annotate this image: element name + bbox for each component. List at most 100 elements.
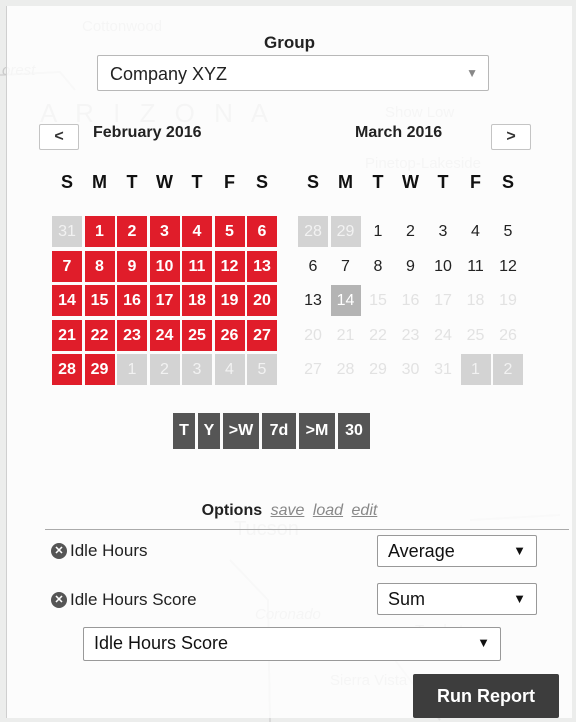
calendar-day[interactable]: 28 — [298, 216, 328, 247]
group-select[interactable]: Company XYZ ▼ — [97, 55, 489, 91]
group-select-value: Company XYZ — [110, 64, 228, 84]
calendar-day[interactable]: 9 — [396, 251, 426, 282]
calendar-day[interactable]: 29 — [84, 354, 115, 385]
calendar-day[interactable]: 2 — [396, 216, 426, 247]
option-row-idle-hours: ✕ Idle Hours — [51, 541, 147, 561]
weekday-header: W — [402, 172, 419, 192]
quick-range-button[interactable]: >M — [299, 413, 335, 449]
save-link[interactable]: save — [271, 502, 305, 519]
add-field-select[interactable]: Idle Hours Score ▼ — [83, 627, 501, 661]
weekday-header: T — [126, 172, 138, 192]
calendar-day[interactable]: 26 — [214, 319, 245, 351]
calendar-day[interactable]: 8 — [363, 251, 393, 282]
calendar-day[interactable]: 3 — [428, 216, 458, 247]
calendar-day[interactable]: 27 — [247, 319, 277, 351]
calendar-day[interactable]: 24 — [149, 319, 180, 351]
calendar-day[interactable]: 13 — [247, 250, 277, 282]
calendar-day[interactable]: 25 — [461, 320, 491, 351]
calendar-day[interactable]: 30 — [396, 354, 426, 385]
calendar-day[interactable]: 19 — [493, 285, 523, 316]
calendar-day[interactable]: 5 — [247, 354, 277, 385]
calendar-day[interactable]: 20 — [298, 320, 328, 351]
calendar-day[interactable]: 11 — [461, 251, 491, 282]
calendar-day[interactable]: 7 — [331, 251, 361, 282]
calendar-day[interactable]: 14 — [52, 285, 82, 316]
calendar-day[interactable]: 13 — [298, 285, 328, 316]
remove-icon[interactable]: ✕ — [51, 592, 67, 608]
quick-range-button[interactable]: >W — [223, 413, 259, 449]
quick-range-button[interactable]: T — [173, 413, 195, 449]
options-title: Options — [201, 502, 263, 519]
weekday-header: F — [224, 172, 235, 192]
calendar-day[interactable]: 29 — [363, 354, 393, 385]
calendar-day[interactable]: 6 — [247, 216, 277, 247]
calendar-day[interactable]: 16 — [117, 285, 147, 316]
aggregate-select-idle-hours-score[interactable]: Sum ▼ — [377, 583, 537, 615]
calendar-day[interactable]: 15 — [363, 285, 393, 316]
calendar-day[interactable]: 5 — [214, 216, 245, 247]
weekday-header: S — [255, 172, 268, 192]
calendar-day[interactable]: 5 — [493, 216, 523, 247]
run-report-button[interactable]: Run Report — [413, 674, 559, 718]
calendar-day[interactable]: 21 — [331, 320, 361, 351]
calendar-day[interactable]: 1 — [117, 354, 147, 385]
calendar-day[interactable]: 18 — [461, 285, 491, 316]
quick-range-button[interactable]: Y — [198, 413, 220, 449]
quick-range-button[interactable]: 7d — [262, 413, 296, 449]
quick-range-button[interactable]: 30 — [338, 413, 370, 449]
calendar-day[interactable]: 10 — [149, 250, 180, 282]
calendar-day[interactable]: 3 — [182, 354, 212, 385]
calendar-day[interactable]: 4 — [461, 216, 491, 247]
calendar-day[interactable]: 1 — [84, 216, 115, 247]
calendar-day[interactable]: 22 — [363, 320, 393, 351]
calendar-day[interactable]: 1 — [363, 216, 393, 247]
calendar-day[interactable]: 23 — [117, 319, 147, 351]
calendar-day[interactable]: 20 — [247, 285, 277, 316]
calendar-day[interactable]: 19 — [214, 285, 245, 316]
calendar-day[interactable]: 31 — [428, 354, 458, 385]
calendar-day[interactable]: 12 — [214, 250, 245, 282]
calendar-day[interactable]: 28 — [52, 354, 82, 385]
calendar-day[interactable]: 15 — [84, 285, 115, 316]
calendar-day[interactable]: 12 — [493, 251, 523, 282]
calendar-day[interactable]: 2 — [149, 354, 180, 385]
calendar-day[interactable]: 22 — [84, 319, 115, 351]
calendar-day[interactable]: 4 — [214, 354, 245, 385]
next-month-button[interactable]: > — [491, 124, 531, 150]
weekday-header: T — [191, 172, 203, 192]
calendar-day[interactable]: 2 — [493, 354, 523, 385]
calendar-day[interactable]: 23 — [396, 320, 426, 351]
calendar-day[interactable]: 6 — [298, 251, 328, 282]
calendar-day[interactable]: 25 — [182, 319, 212, 351]
calendar-day[interactable]: 21 — [52, 319, 82, 351]
calendar-day[interactable]: 14 — [330, 285, 361, 316]
dropdown-caret-icon: ▼ — [466, 66, 478, 80]
calendar-day[interactable]: 2 — [117, 216, 147, 247]
dropdown-caret-icon: ▼ — [513, 591, 526, 606]
aggregate-select-idle-hours[interactable]: Average ▼ — [377, 535, 537, 567]
remove-icon[interactable]: ✕ — [51, 543, 67, 559]
calendar-day[interactable]: 10 — [428, 251, 458, 282]
edit-link[interactable]: edit — [352, 502, 378, 519]
prev-month-button[interactable]: < — [39, 124, 79, 150]
option-label: Idle Hours — [70, 541, 148, 560]
load-link[interactable]: load — [313, 502, 343, 519]
option-row-idle-hours-score: ✕ Idle Hours Score — [51, 590, 197, 610]
calendar-day[interactable]: 28 — [331, 354, 361, 385]
calendar-day[interactable]: 17 — [428, 285, 458, 316]
calendar-day[interactable]: 24 — [428, 320, 458, 351]
calendar-day[interactable]: 3 — [149, 216, 180, 247]
calendar-day[interactable]: 8 — [84, 250, 115, 282]
calendar-day[interactable]: 17 — [149, 285, 180, 316]
calendar-day[interactable]: 18 — [182, 285, 212, 316]
calendar-day[interactable]: 31 — [52, 216, 82, 247]
calendar-day[interactable]: 4 — [182, 216, 212, 247]
calendar-day[interactable]: 16 — [396, 285, 426, 316]
calendar-day[interactable]: 29 — [330, 216, 361, 247]
calendar-day[interactable]: 7 — [52, 250, 82, 282]
calendar-day[interactable]: 27 — [298, 354, 328, 385]
calendar-day[interactable]: 26 — [493, 320, 523, 351]
calendar-day[interactable]: 9 — [117, 250, 147, 282]
calendar-day[interactable]: 11 — [182, 250, 212, 282]
calendar-day[interactable]: 1 — [460, 354, 491, 385]
